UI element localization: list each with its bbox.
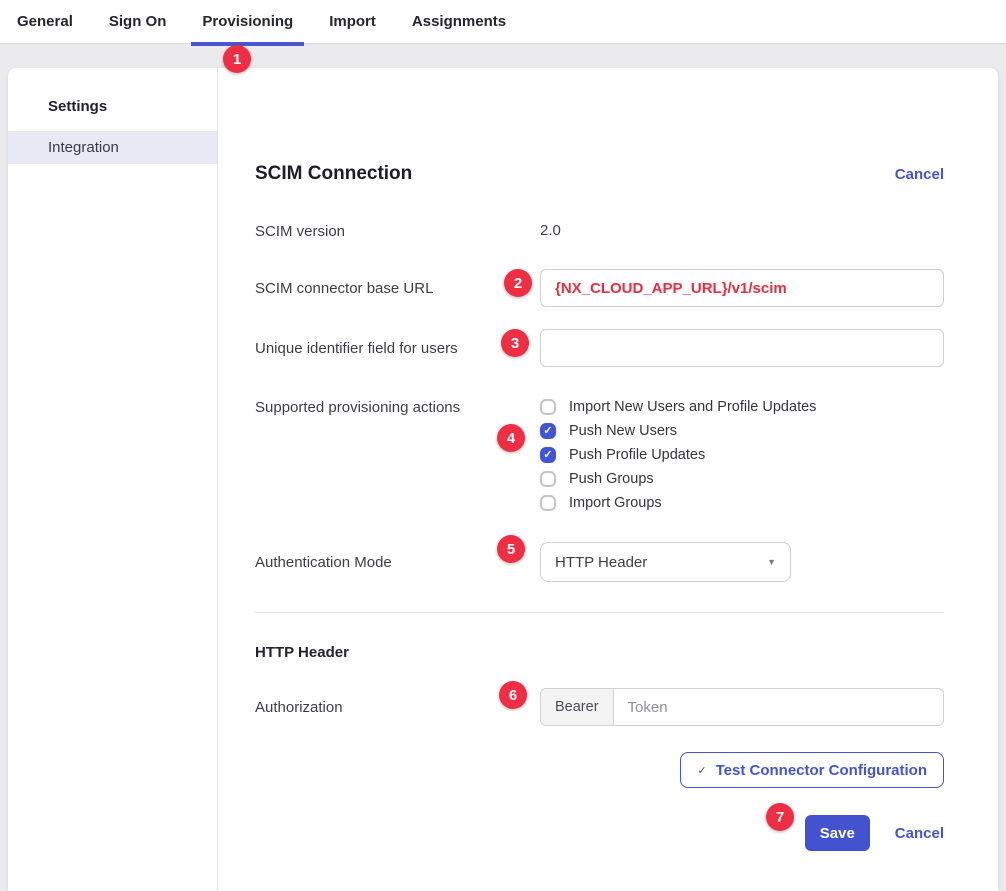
checkbox-label: Push Groups bbox=[569, 471, 654, 487]
authorization-label: Authorization bbox=[255, 699, 540, 716]
bearer-prefix: Bearer bbox=[541, 689, 614, 725]
checkbox-row: Push New Users bbox=[540, 419, 944, 443]
checkbox-row: Import Groups bbox=[540, 491, 944, 515]
provisioning-actions-list: Import New Users and Profile Updates Push… bbox=[540, 395, 944, 515]
tab-general[interactable]: General bbox=[17, 0, 73, 44]
section-divider bbox=[255, 612, 944, 613]
settings-sidebar: Settings Integration bbox=[8, 68, 218, 891]
auth-mode-row: Authentication Mode HTTP Header ▼ bbox=[255, 542, 944, 582]
panel-header: SCIM Connection Cancel bbox=[255, 163, 944, 185]
tab-provisioning[interactable]: Provisioning bbox=[202, 0, 293, 44]
checkbox-unchecked-icon[interactable] bbox=[540, 471, 556, 487]
app-tab-bar: General Sign On Provisioning Import Assi… bbox=[0, 0, 1006, 44]
sidebar-item-integration[interactable]: Integration bbox=[8, 131, 217, 164]
tab-import[interactable]: Import bbox=[329, 0, 376, 44]
step-badge-4: 4 bbox=[497, 424, 525, 452]
authorization-input-group: Bearer bbox=[540, 688, 944, 726]
cancel-link-bottom[interactable]: Cancel bbox=[895, 825, 944, 842]
base-url-label: SCIM connector base URL bbox=[255, 280, 540, 297]
auth-mode-label: Authentication Mode bbox=[255, 554, 540, 571]
checkbox-row: Push Groups bbox=[540, 467, 944, 491]
check-icon: ✓ bbox=[697, 764, 706, 777]
save-button[interactable]: Save bbox=[805, 815, 870, 851]
cancel-link-top[interactable]: Cancel bbox=[895, 166, 944, 183]
auth-mode-selected-value: HTTP Header bbox=[555, 554, 647, 571]
tab-assignments[interactable]: Assignments bbox=[412, 0, 506, 44]
panel-title: SCIM Connection bbox=[255, 163, 412, 185]
step-badge-3: 3 bbox=[501, 329, 529, 357]
sidebar-heading: Settings bbox=[8, 98, 217, 115]
base-url-input[interactable] bbox=[540, 269, 944, 307]
checkbox-unchecked-icon[interactable] bbox=[540, 399, 556, 415]
scim-version-value: 2.0 bbox=[540, 222, 561, 239]
step-badge-1: 1 bbox=[223, 45, 251, 73]
scim-version-label: SCIM version bbox=[255, 223, 540, 240]
chevron-down-icon: ▼ bbox=[767, 557, 776, 567]
tab-sign-on[interactable]: Sign On bbox=[109, 0, 167, 44]
checkbox-row: Push Profile Updates bbox=[540, 443, 944, 467]
unique-id-input[interactable] bbox=[540, 329, 944, 367]
checkbox-label: Import Groups bbox=[569, 495, 662, 511]
test-connector-button[interactable]: ✓ Test Connector Configuration bbox=[680, 752, 944, 788]
provisioning-card: Settings Integration SCIM Connection Can… bbox=[8, 68, 998, 891]
unique-id-row: Unique identifier field for users bbox=[255, 329, 944, 367]
token-input[interactable] bbox=[614, 689, 943, 725]
step-badge-6: 6 bbox=[499, 681, 527, 709]
checkbox-label: Import New Users and Profile Updates bbox=[569, 399, 816, 415]
base-url-row: SCIM connector base URL bbox=[255, 269, 944, 307]
checkbox-row: Import New Users and Profile Updates bbox=[540, 395, 944, 419]
auth-mode-select[interactable]: HTTP Header ▼ bbox=[540, 542, 791, 582]
scim-connection-panel: SCIM Connection Cancel SCIM version 2.0 … bbox=[218, 68, 998, 891]
checkbox-checked-icon[interactable] bbox=[540, 423, 556, 439]
provisioning-actions-label: Supported provisioning actions bbox=[255, 395, 540, 416]
test-connector-row: ✓ Test Connector Configuration bbox=[255, 752, 944, 788]
http-header-section-title: HTTP Header bbox=[255, 644, 944, 661]
save-row: Save Cancel bbox=[255, 815, 944, 851]
checkbox-unchecked-icon[interactable] bbox=[540, 495, 556, 511]
checkbox-checked-icon[interactable] bbox=[540, 447, 556, 463]
checkbox-label: Push New Users bbox=[569, 423, 677, 439]
step-badge-2: 2 bbox=[504, 269, 532, 297]
step-badge-7: 7 bbox=[766, 803, 794, 831]
scim-version-row: SCIM version 2.0 bbox=[255, 222, 944, 240]
unique-id-label: Unique identifier field for users bbox=[255, 340, 540, 357]
test-connector-label: Test Connector Configuration bbox=[716, 762, 927, 779]
step-badge-5: 5 bbox=[497, 535, 525, 563]
authorization-row: Authorization Bearer bbox=[255, 688, 944, 726]
provisioning-actions-row: Supported provisioning actions Import Ne… bbox=[255, 395, 944, 515]
checkbox-label: Push Profile Updates bbox=[569, 447, 705, 463]
